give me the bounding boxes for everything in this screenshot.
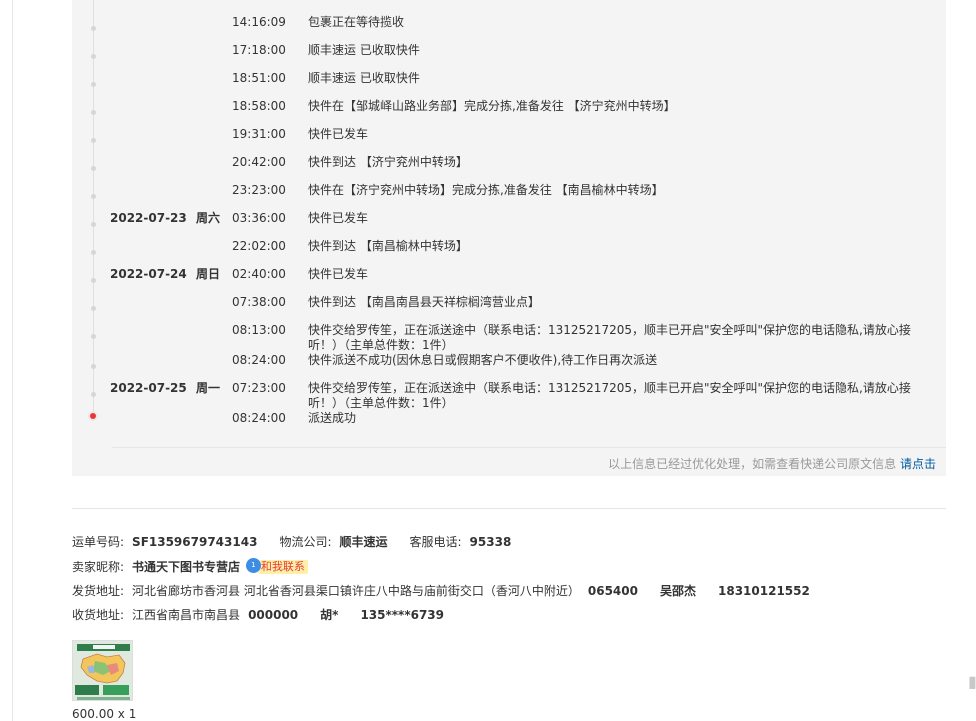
event-time: 03:36:00 [232,211,286,225]
timeline-dot-icon [91,82,96,87]
event-time: 23:23:00 [232,183,286,197]
ship-to-label: 收货地址: [72,608,125,622]
event-time: 07:23:00 [232,381,286,395]
ship-from-row: 发货地址: 河北省廊坊市香河县 河北省香河县渠口镇许庄八中路与庙前街交口（香河八中… [72,583,810,599]
section-divider [72,508,946,509]
ship-from-phone: 18310121552 [718,584,810,598]
event-time: 14:16:09 [232,15,286,29]
event-description: 快件在【济宁兖州中转场】完成分拣,准备发往 【南昌榆林中转场】 [308,183,664,197]
event-description: 派送成功 [308,411,357,425]
footer-note: 以上信息已经过优化处理，如需查看快递公司原文信息 [608,457,897,471]
contact-seller-button[interactable]: 1 和我联系 [245,558,308,574]
page-left-border [12,0,13,721]
event-description: 顺丰速运 已收取快件 [308,71,420,85]
event-description: 快件在【邹城峄山路业务部】完成分拣,准备发往 【济宁兖州中转场】 [308,99,676,113]
event-description: 快件派送不成功(因休息日或假期客户不便收件),待工作日再次派送 [308,353,658,367]
carrier-name: 顺丰速运 [339,535,388,549]
event-time: 02:40:00 [232,267,286,281]
event-description: 快件已发车 [308,267,369,281]
shipment-info-row: 运单号码: SF1359679743143 物流公司: 顺丰速运 客服电话: 95338 [72,534,511,550]
timeline-dot-icon [91,278,96,283]
service-phone-label: 客服电话: [409,535,462,549]
ship-to-name: 胡* [320,608,339,622]
ship-from-zip: 065400 [587,584,638,598]
timeline-dot-icon [91,138,96,143]
event-time: 08:24:00 [232,411,286,425]
timeline-dot-icon [91,194,96,199]
timeline-dot-icon [91,250,96,255]
ship-to-address: 江西省南昌市南昌县 [132,608,241,622]
event-description: 快件到达 【南昌榆林中转场】 [308,239,468,253]
timeline-dot-icon [91,54,96,59]
product-price-quantity: 600.00 x 1 [72,707,137,721]
event-description: 快件到达 【南昌南昌县天祥棕榈湾营业点】 [308,295,540,309]
event-time: 19:31:00 [232,127,286,141]
timeline-dot-icon [91,306,96,311]
event-time: 08:13:00 [232,323,286,337]
ship-to-row: 收货地址: 江西省南昌市南昌县 000000 胡* 135****6739 [72,607,444,623]
timeline-dot-icon [91,166,96,171]
event-time: 18:51:00 [232,71,286,85]
event-weekday: 周一 [196,381,221,395]
carrier-label: 物流公司: [279,535,332,549]
seller-name: 书通天下图书专营店 [132,560,241,574]
event-description: 顺丰速运 已收取快件 [308,43,420,57]
timeline-dot-icon [91,222,96,227]
panel-divider [112,447,946,448]
timeline-dot-icon [91,110,96,115]
event-time: 08:24:00 [232,353,286,367]
timeline-dot-icon [91,392,96,397]
panel-footer: 以上信息已经过优化处理，如需查看快递公司原文信息 请点击 [608,455,936,472]
service-phone: 95338 [469,535,512,549]
event-description: 包裹正在等待揽收 [308,15,405,29]
event-time: 20:42:00 [232,155,286,169]
event-description: 快件已发车 [308,211,369,225]
timeline-dot-icon [91,364,96,369]
product-thumbnail[interactable] [72,640,133,701]
event-date: 2022-07-23 [110,211,187,225]
seller-label: 卖家昵称: [72,560,125,574]
event-weekday: 周日 [196,267,221,281]
event-weekday: 周六 [196,211,221,225]
timeline-line [93,0,94,418]
china-map-product-icon [73,641,132,700]
current-status-dot-icon [90,413,96,419]
tracking-panel: 14:16:09 包裹正在等待揽收 17:18:00 顺丰速运 已收取快件 18… [72,0,946,476]
event-time: 07:38:00 [232,295,286,309]
ship-from-address: 河北省廊坊市香河县 河北省香河县渠口镇许庄八中路与庙前街交口（香河八中附近） [132,584,580,598]
floating-tool-icon[interactable]: ▮ [968,672,976,712]
timeline-dot-icon [91,26,96,31]
event-time: 22:02:00 [232,239,286,253]
seller-info-row: 卖家昵称: 书通天下图书专营店 1 和我联系 [72,558,308,575]
event-description: 快件已发车 [308,127,369,141]
ship-to-zip: 000000 [248,608,299,622]
event-description: 快件交给罗传笙，正在派送途中（联系电话：13125217205，顺丰已开启"安全… [308,323,911,352]
event-time: 18:58:00 [232,99,286,113]
event-date: 2022-07-24 [110,267,187,281]
timeline-dot-icon [91,334,96,339]
ship-to-phone: 135****6739 [360,608,445,622]
ship-from-label: 发货地址: [72,584,125,598]
event-time: 17:18:00 [232,43,286,57]
chat-bubble-icon: 1 [245,558,261,573]
contact-seller-label: 和我联系 [260,560,305,573]
event-date: 2022-07-25 [110,381,187,395]
waybill-label: 运单号码: [72,535,125,549]
ship-from-name: 吴邵杰 [659,584,696,598]
event-description: 快件交给罗传笙，正在派送途中（联系电话：13125217205，顺丰已开启"安全… [308,381,911,410]
waybill-number: SF1359679743143 [132,535,258,549]
event-description: 快件到达 【济宁兖州中转场】 [308,155,468,169]
view-original-link[interactable]: 请点击 [900,457,936,471]
